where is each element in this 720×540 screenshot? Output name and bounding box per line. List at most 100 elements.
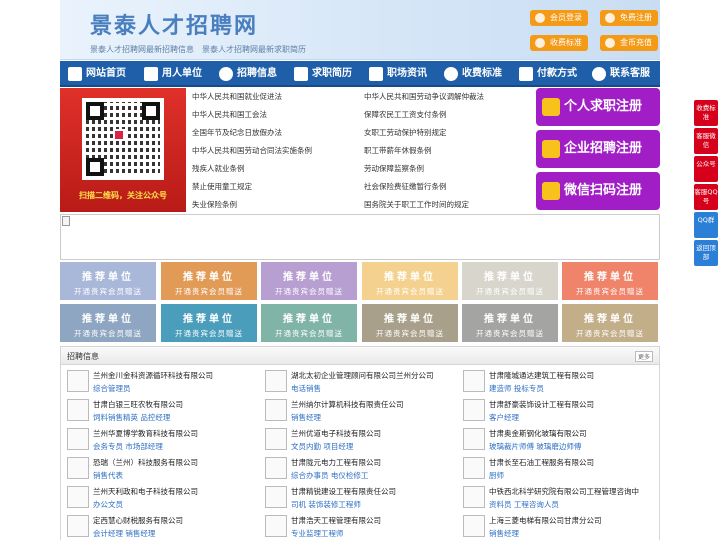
- job-positions[interactable]: 电话销售: [291, 383, 321, 394]
- recommend-tile[interactable]: 推荐单位 开通贵宾会员赠送: [60, 304, 156, 342]
- job-positions[interactable]: 综合办事员 电仪检修工: [291, 470, 368, 481]
- job-positions[interactable]: 专业监理工程师: [291, 528, 344, 539]
- recommend-tile[interactable]: 推荐单位 开通贵宾会员赠送: [261, 262, 357, 300]
- company-name[interactable]: 甘肃白银三旺农牧有限公司: [93, 399, 183, 410]
- company-name[interactable]: 兰州纳尔计算机科技有限责任公司: [291, 399, 404, 410]
- job-positions[interactable]: 厨师: [489, 470, 504, 481]
- login-button[interactable]: 会员登录: [530, 10, 588, 26]
- job-positions[interactable]: 销售经理: [291, 412, 321, 423]
- nav-home[interactable]: 网站首页: [64, 61, 126, 87]
- job-positions[interactable]: 文员内勤 项目经理: [291, 441, 353, 452]
- recommend-tile[interactable]: 推荐单位 开通贵宾会员赠送: [161, 262, 257, 300]
- law-link[interactable]: 劳动保障监察条例: [364, 163, 424, 174]
- register-button[interactable]: 免费注册: [600, 10, 658, 26]
- company-name[interactable]: 甘肃精锐建设工程有限责任公司: [291, 486, 396, 497]
- company-name[interactable]: 定西慧心财税服务有限公司: [93, 515, 183, 526]
- job-item[interactable]: 甘肃隆城通达建筑工程有限公司 建造师 投标专员: [457, 367, 653, 395]
- recharge-button[interactable]: 金币充值: [600, 35, 658, 51]
- job-item[interactable]: 甘肃奥金斯钢化玻璃有限公司 玻璃裁片师傅 玻璃磨边师傅: [457, 425, 653, 453]
- job-item[interactable]: 甘肃舒豪装饰设计工程有限公司 客户经理: [457, 396, 653, 424]
- job-positions[interactable]: 客户经理: [489, 412, 519, 423]
- job-positions[interactable]: 销售代表: [93, 470, 123, 481]
- nav-support[interactable]: 联系客服: [588, 61, 650, 87]
- company-name[interactable]: 兰州华夏博学教育科技有限公司: [93, 428, 198, 439]
- law-link[interactable]: 中华人民共和国劳动争议调解仲裁法: [364, 91, 484, 102]
- job-positions[interactable]: 玻璃裁片师傅 玻璃磨边师傅: [489, 441, 581, 452]
- job-item[interactable]: 恐瑞（兰州）科技服务有限公司 销售代表: [61, 454, 257, 482]
- company-name[interactable]: 兰州金川金科资源循环科技有限公司: [93, 370, 213, 381]
- register-wechat-button[interactable]: 微信扫码注册: [536, 172, 660, 210]
- job-positions[interactable]: 会计经理 销售经理: [93, 528, 155, 539]
- recommend-tile[interactable]: 推荐单位 开通贵宾会员赠送: [362, 304, 458, 342]
- recommend-tile[interactable]: 推荐单位 开通贵宾会员赠送: [462, 262, 558, 300]
- sidebar-item[interactable]: 公众号: [694, 156, 718, 182]
- law-link[interactable]: 残疾人就业条例: [192, 163, 245, 174]
- company-name[interactable]: 兰州优道电子科技有限公司: [291, 428, 381, 439]
- law-link[interactable]: 全国年节及纪念日放假办法: [192, 127, 282, 138]
- law-link[interactable]: 失业保险条例: [192, 199, 237, 210]
- register-employer-button[interactable]: 企业招聘注册: [536, 130, 660, 168]
- sidebar-item[interactable]: 客服QQ号: [694, 184, 718, 210]
- company-name[interactable]: 甘肃陇元电力工程有限公司: [291, 457, 381, 468]
- job-item[interactable]: 甘肃长至石油工程服务有限公司 厨师: [457, 454, 653, 482]
- law-link[interactable]: 社会保险费征缴暂行条例: [364, 181, 447, 192]
- nav-payment[interactable]: 付款方式: [515, 61, 577, 87]
- job-positions[interactable]: 建造师 投标专员: [489, 383, 544, 394]
- company-name[interactable]: 恐瑞（兰州）科技服务有限公司: [93, 457, 198, 468]
- recommend-tile[interactable]: 推荐单位 开通贵宾会员赠送: [462, 304, 558, 342]
- job-item[interactable]: 兰州天利政和电子科技有限公司 办公文员: [61, 483, 257, 511]
- job-positions[interactable]: 综合管理员: [93, 383, 131, 394]
- recommend-tile[interactable]: 推荐单位 开通贵宾会员赠送: [161, 304, 257, 342]
- company-name[interactable]: 甘肃长至石油工程服务有限公司: [489, 457, 594, 468]
- sidebar-item[interactable]: 收费标准: [694, 100, 718, 126]
- law-link[interactable]: 禁止使用童工规定: [192, 181, 252, 192]
- sidebar-item[interactable]: 返回顶部: [694, 240, 718, 266]
- job-item[interactable]: 兰州华夏博学教育科技有限公司 会务专员 市场部经理: [61, 425, 257, 453]
- law-link[interactable]: 中华人民共和国工会法: [192, 109, 267, 120]
- recommend-tile[interactable]: 推荐单位 开通贵宾会员赠送: [261, 304, 357, 342]
- more-link[interactable]: 更多: [634, 351, 653, 362]
- company-name[interactable]: 甘肃浩天工程管理有限公司: [291, 515, 381, 526]
- job-item[interactable]: 甘肃浩天工程管理有限公司 专业监理工程师: [259, 512, 455, 540]
- job-item[interactable]: 兰州金川金科资源循环科技有限公司 综合管理员: [61, 367, 257, 395]
- job-positions[interactable]: 销售经理: [489, 528, 519, 539]
- recommend-tile[interactable]: 推荐单位 开通贵宾会员赠送: [362, 262, 458, 300]
- job-positions[interactable]: 会务专员 市场部经理: [93, 441, 163, 452]
- job-positions[interactable]: 办公文员: [93, 499, 123, 510]
- company-name[interactable]: 中铁西北科学研究院有限公司工程管理咨询中: [489, 486, 639, 497]
- sidebar-item[interactable]: 客服微信: [694, 128, 718, 154]
- company-name[interactable]: 甘肃隆城通达建筑工程有限公司: [489, 370, 594, 381]
- job-positions[interactable]: 司机 装饰装修工程师: [291, 499, 361, 510]
- law-link[interactable]: 中华人民共和国就业促进法: [192, 91, 282, 102]
- job-item[interactable]: 定西慧心财税服务有限公司 会计经理 销售经理: [61, 512, 257, 540]
- nav-news[interactable]: 职场资讯: [365, 61, 427, 87]
- ad-banner[interactable]: [60, 214, 660, 260]
- law-link[interactable]: 国务院关于职工工作时间的规定: [364, 199, 469, 210]
- nav-resumes[interactable]: 求职简历: [290, 61, 352, 87]
- law-link[interactable]: 女职工劳动保护特别规定: [364, 127, 447, 138]
- company-name[interactable]: 甘肃舒豪装饰设计工程有限公司: [489, 399, 594, 410]
- job-item[interactable]: 湖北太初企业管理顾问有限公司兰州分公司 电话销售: [259, 367, 455, 395]
- nav-pricing[interactable]: 收费标准: [440, 61, 502, 87]
- law-link[interactable]: 保障农民工工资支付条例: [364, 109, 447, 120]
- recommend-tile[interactable]: 推荐单位 开通贵宾会员赠送: [562, 304, 658, 342]
- company-name[interactable]: 上海三菱电梯有限公司甘肃分公司: [489, 515, 602, 526]
- register-jobseeker-button[interactable]: 个人求职注册: [536, 88, 660, 126]
- nav-employers[interactable]: 用人单位: [140, 61, 202, 87]
- law-link[interactable]: 职工带薪年休假条例: [364, 145, 432, 156]
- job-item[interactable]: 甘肃陇元电力工程有限公司 综合办事员 电仪检修工: [259, 454, 455, 482]
- law-link[interactable]: 中华人民共和国劳动合同法实施条例: [192, 145, 312, 156]
- job-item[interactable]: 兰州纳尔计算机科技有限责任公司 销售经理: [259, 396, 455, 424]
- job-item[interactable]: 甘肃精锐建设工程有限责任公司 司机 装饰装修工程师: [259, 483, 455, 511]
- job-item[interactable]: 甘肃白银三旺农牧有限公司 饲料销售精英 品控经理: [61, 396, 257, 424]
- pricing-button[interactable]: 收费标准: [530, 35, 588, 51]
- recommend-tile[interactable]: 推荐单位 开通贵宾会员赠送: [562, 262, 658, 300]
- job-positions[interactable]: 资料员 工程咨询人员: [489, 499, 559, 510]
- sidebar-item[interactable]: QQ群: [694, 212, 718, 238]
- job-item[interactable]: 中铁西北科学研究院有限公司工程管理咨询中 资料员 工程咨询人员: [457, 483, 653, 511]
- company-name[interactable]: 兰州天利政和电子科技有限公司: [93, 486, 198, 497]
- job-item[interactable]: 上海三菱电梯有限公司甘肃分公司 销售经理: [457, 512, 653, 540]
- company-name[interactable]: 甘肃奥金斯钢化玻璃有限公司: [489, 428, 587, 439]
- job-positions[interactable]: 饲料销售精英 品控经理: [93, 412, 170, 423]
- company-name[interactable]: 湖北太初企业管理顾问有限公司兰州分公司: [291, 370, 434, 381]
